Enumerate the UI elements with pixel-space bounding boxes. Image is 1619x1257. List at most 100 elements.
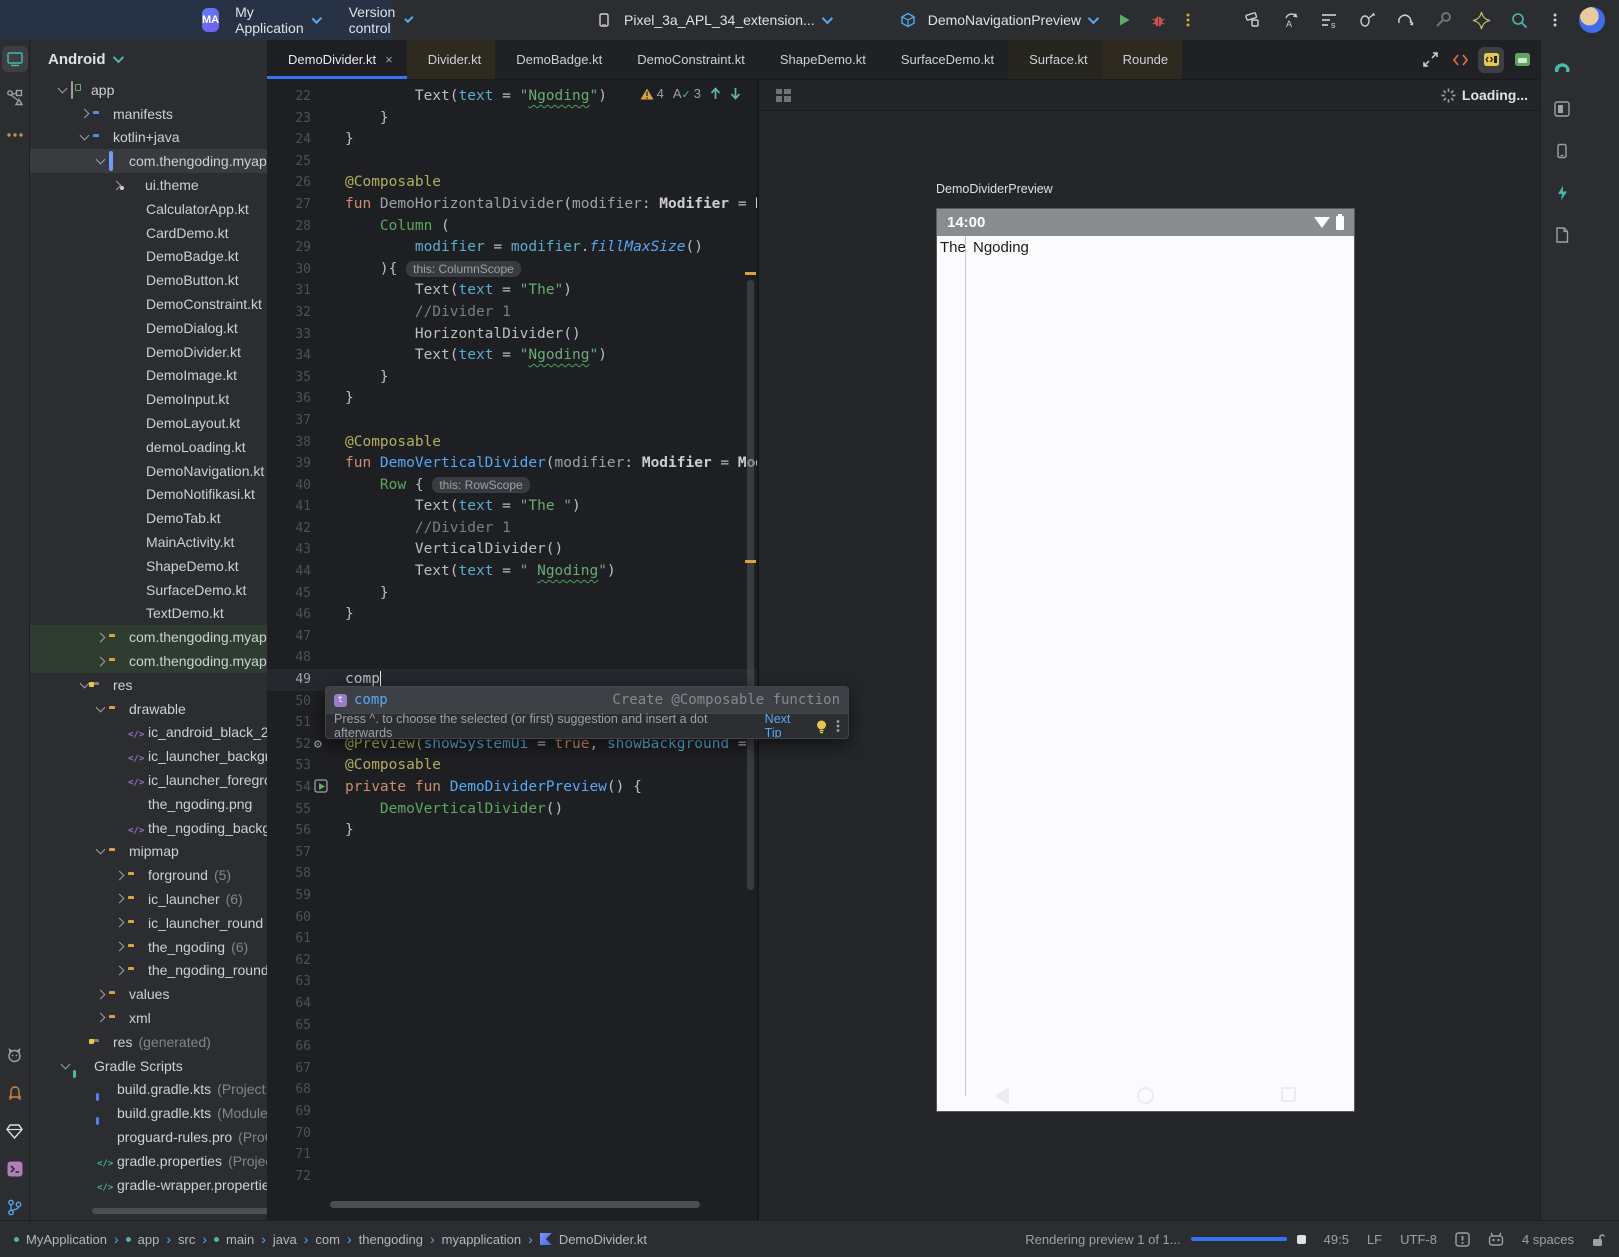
code-view-icon[interactable] [1448,48,1472,72]
tree-item-gradle-wrapper.properties[interactable]: </> gradle-wrapper.properties [30,1173,267,1197]
attach-debugger-icon[interactable] [1355,8,1379,32]
tree-item-res[interactable]: res [30,673,267,697]
sync-project-icon[interactable]: A [1279,8,1303,32]
tree-item-DemoButton.kt[interactable]: DemoButton.kt [30,268,267,292]
tree-item-DemoTab.kt[interactable]: DemoTab.kt [30,506,267,530]
code-line-58[interactable]: 58 [267,863,757,885]
tree-item-com.thengoding.myappl[interactable]: com.thengoding.myappl [30,149,267,174]
code-line-59[interactable]: 59 [267,885,757,907]
stop-progress-button[interactable] [1296,1234,1306,1244]
code-line-71[interactable]: 71 [267,1144,757,1166]
breadcrumb-item-myapplication[interactable]: › myapplication [430,1231,521,1247]
code-line-41[interactable]: 41 Text(text = "The ") [267,496,757,518]
unlocked-icon[interactable] [1592,1232,1605,1247]
tab-SurfaceDemo.kt[interactable]: SurfaceDemo.kt [880,40,1008,79]
preview-settings-icon[interactable]: ⚙ [314,736,322,752]
tree-item-DemoInput.kt[interactable]: DemoInput.kt [30,387,267,411]
chevron-right-icon[interactable] [91,989,109,1000]
tree-item-DemoBadge.kt[interactable]: DemoBadge.kt [30,245,267,269]
tab-DemoConstraint.kt[interactable]: DemoConstraint.kt [616,40,759,79]
breadcrumb-item-main[interactable]: › main [202,1231,254,1247]
chevron-right-icon[interactable] [91,1013,109,1023]
structure-icon[interactable] [2,84,28,110]
tree-item-DemoLayout.kt[interactable]: DemoLayout.kt [30,411,267,435]
code-editor[interactable]: 22 Text(text = "Ngoding") 23 } 24} 25 26 @Com… [267,80,757,1220]
code-line-68[interactable]: 68 [267,1079,757,1101]
code-line-54[interactable]: 54 private fun DemoDividerPreview() { [267,777,757,799]
breadcrumb-item-java[interactable]: › java [261,1231,297,1247]
caret-position-widget[interactable]: 49:5 [1324,1232,1349,1247]
chevron-right-icon[interactable] [110,870,128,881]
code-line-46[interactable]: 46} [267,604,757,626]
code-line-48[interactable]: 48 [267,647,757,669]
code-line-57[interactable]: 57 [267,842,757,864]
chevron-right-icon[interactable] [91,656,109,666]
layout-inspector-icon[interactable] [1549,96,1575,122]
next-problem-arrow-icon[interactable] [730,87,741,100]
user-avatar[interactable] [1579,7,1605,33]
code-line-67[interactable]: 67 [267,1058,757,1080]
tree-item-Gradle Scripts[interactable]: Gradle Scripts [30,1054,267,1078]
tree-item-ic_launcher_round[interactable]: ic_launcher_round(6 [30,911,267,935]
code-line-72[interactable]: 72 [267,1166,757,1188]
code-line-40[interactable]: 40 Row { this: RowScope [267,475,757,497]
code-line-35[interactable]: 35 } [267,367,757,389]
tree-item-DemoNavigation.kt[interactable]: DemoNavigation.kt [30,459,267,483]
tree-item-kotlin+java[interactable]: kotlin+java [30,126,267,150]
completion-item[interactable]: t comp Create @Composable function [326,687,848,713]
reader-mode-icon[interactable] [1455,1231,1470,1247]
code-line-27[interactable]: 27 fun DemoHorizontalDivider(modifier: Mo… [267,194,757,216]
code-line-29[interactable]: 29 modifier = modifier.fillMaxSize() [267,237,757,259]
chevron-down-icon[interactable] [91,844,109,855]
terminal-icon[interactable] [2,1156,28,1182]
grid-layout-icon[interactable] [771,83,795,107]
tree-item-SurfaceDemo.kt[interactable]: SurfaceDemo.kt [30,578,267,602]
tree-item-the_ngoding_round[interactable]: the_ngoding_round( [30,958,267,982]
tree-item-the_ngoding[interactable]: the_ngoding (6) [30,935,267,959]
vcs-widget[interactable]: Version control [341,4,414,36]
split-view-icon[interactable] [1478,46,1504,73]
run-button[interactable] [1112,8,1136,32]
code-line-61[interactable]: 61 [267,928,757,950]
code-line-44[interactable]: 44 Text(text = " Ngoding") [267,561,757,583]
close-tab-icon[interactable]: × [385,52,393,67]
tree-item-demoLoading.kt[interactable]: demoLoading.kt [30,435,267,459]
code-line-36[interactable]: 36} [267,388,757,410]
chevron-right-icon[interactable] [91,632,109,643]
chevron-right-icon[interactable] [110,941,128,952]
code-line-26[interactable]: 26 @Composable [267,172,757,194]
code-line-33[interactable]: 33 HorizontalDivider() [267,324,757,346]
gradle-icon[interactable] [1549,54,1575,80]
gradle-sync-icon[interactable] [1393,8,1417,32]
running-devices-icon[interactable] [1,46,28,72]
debug-button[interactable] [1146,8,1170,32]
tree-item-values[interactable]: values [30,982,267,1006]
tree-item-ShapeDemo.kt[interactable]: ShapeDemo.kt [30,554,267,578]
tree-item-the_ngoding.png[interactable]: the_ngoding.png [30,792,267,816]
tree-item-xml[interactable]: xml [30,1006,267,1030]
code-line-24[interactable]: 24} [267,129,757,151]
chevron-right-icon[interactable] [75,108,93,119]
preview-name-label[interactable]: DemoDividerPreview [936,182,1053,196]
chevron-down-icon[interactable] [91,154,109,165]
next-tip-link[interactable]: Next Tip [765,712,810,738]
tree-item-TextDemo.kt[interactable]: TextDemo.kt [30,602,267,626]
code-line-62[interactable]: 62 [267,950,757,972]
editor-vertical-scrollbar[interactable] [747,280,754,890]
encoding-widget[interactable]: UTF-8 [1400,1232,1437,1247]
tree-item-build.gradle.kts[interactable]: build.gradle.kts (Project: M [30,1077,267,1101]
hint-kebab-icon[interactable] [836,719,840,733]
line-separator-widget[interactable]: LF [1367,1232,1382,1247]
code-line-38[interactable]: 38 @Composable [267,432,757,454]
tree-item-forground[interactable]: forground (5) [30,863,267,887]
code-line-37[interactable]: 37 [267,410,757,432]
chevron-right-icon[interactable] [110,917,128,928]
tree-item-ic_launcher[interactable]: ic_launcher (6) [30,887,267,911]
tree-item-mipmap[interactable]: mipmap [30,840,267,864]
logcat-icon[interactable] [2,1042,28,1068]
expand-preview-icon[interactable] [1418,48,1442,72]
git-icon[interactable] [2,1194,28,1220]
tree-item-manifests[interactable]: manifests [30,102,267,126]
code-line-53[interactable]: 53 @Composable [267,755,757,777]
tab-Rounde[interactable]: Rounde [1101,40,1183,79]
